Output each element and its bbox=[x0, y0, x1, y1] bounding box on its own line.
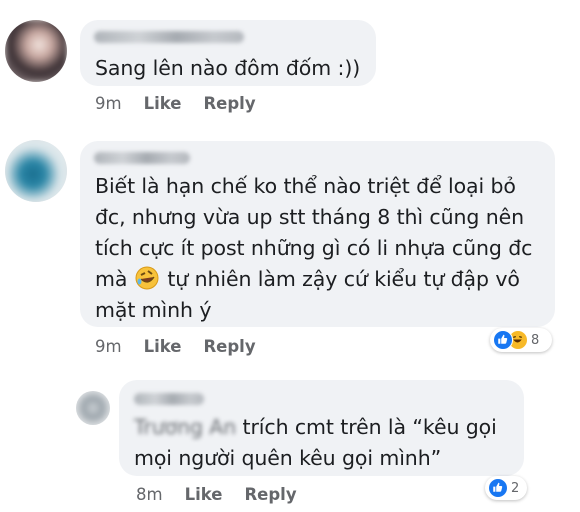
reply-button[interactable]: Reply bbox=[244, 485, 296, 504]
comment-text-line: Trương An trích cmt trên là “kêu gọi bbox=[134, 412, 497, 444]
comment-text-line: Biết là hạn chế ko thể nào triệt để loại… bbox=[95, 174, 516, 198]
comment-text-line: mọi người quên kêu gọi mình” bbox=[134, 446, 442, 470]
text-fragment: trích cmt trên là “kêu gọi bbox=[236, 415, 497, 439]
thumbs-up-icon bbox=[488, 478, 508, 498]
like-button[interactable]: Like bbox=[144, 337, 182, 356]
avatar[interactable] bbox=[76, 391, 110, 425]
comment-time[interactable]: 9m bbox=[95, 94, 122, 113]
comment-text-line: tích cực ít post những gì có li nhựa cũn… bbox=[95, 236, 533, 260]
like-button[interactable]: Like bbox=[185, 485, 223, 504]
comment-actions: 9m Like Reply bbox=[95, 94, 278, 113]
comment-text-line: mặt mình ý bbox=[95, 298, 212, 322]
comment-time[interactable]: 8m bbox=[136, 485, 163, 504]
reply-button[interactable]: Reply bbox=[203, 94, 255, 113]
reaction-count: 8 bbox=[531, 332, 540, 348]
comment-author-name[interactable] bbox=[134, 393, 204, 405]
thumbs-up-icon bbox=[493, 330, 513, 350]
comment-author-name[interactable] bbox=[94, 152, 190, 164]
reaction-summary[interactable]: 8 bbox=[490, 328, 552, 352]
comment-text-line: đc, nhưng vừa up stt tháng 8 thì cũng nê… bbox=[95, 205, 525, 229]
comment-text: Sang lên nào đôm đốm :)) bbox=[95, 56, 361, 80]
comment-actions: 8m Like Reply bbox=[136, 485, 319, 504]
avatar[interactable] bbox=[5, 140, 67, 202]
text-fragment: tự nhiên làm zậy cứ kiểu tự đập vô bbox=[167, 267, 520, 291]
comment-time[interactable]: 9m bbox=[95, 337, 122, 356]
reply-button[interactable]: Reply bbox=[203, 337, 255, 356]
like-button[interactable]: Like bbox=[144, 94, 182, 113]
reaction-summary[interactable]: 2 bbox=[485, 476, 527, 500]
avatar[interactable] bbox=[5, 20, 67, 82]
comment-actions: 9m Like Reply bbox=[95, 337, 278, 356]
comment-author-name[interactable] bbox=[94, 31, 244, 43]
tagged-user-link[interactable]: Trương An bbox=[134, 412, 236, 444]
text-fragment: mà bbox=[95, 267, 128, 291]
reaction-count: 2 bbox=[511, 480, 520, 496]
